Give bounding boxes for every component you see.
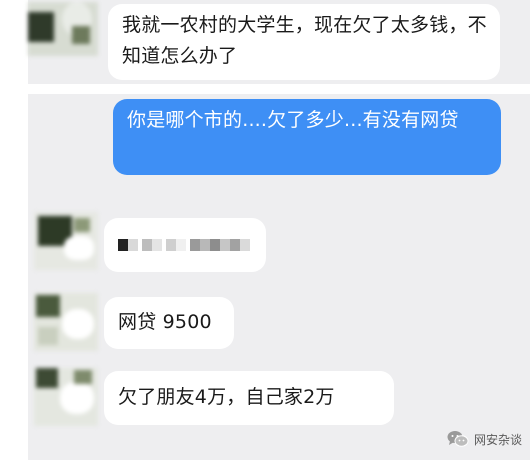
message-text: 欠了朋友4万，自己家2万 [118, 386, 335, 408]
contact-avatar[interactable] [34, 212, 98, 270]
source-watermark: 网安杂谈 [447, 430, 522, 448]
message-text: 网贷 9500 [118, 311, 212, 333]
wechat-icon [447, 430, 469, 448]
message-bubble-incoming[interactable]: 网贷 9500 [104, 297, 234, 349]
message-text: 我就一农村的大学生，现在欠了太多钱，不知道怎么办了 [122, 14, 487, 67]
redacted-content [118, 239, 254, 251]
message-bubble-incoming[interactable]: 欠了朋友4万，自己家2万 [104, 371, 394, 425]
message-bubble-outgoing[interactable]: 你是哪个市的....欠了多少...有没有网贷 [113, 99, 501, 175]
watermark-label: 网安杂谈 [473, 432, 522, 447]
contact-avatar[interactable] [28, 2, 98, 56]
message-bubble-incoming-redacted[interactable] [104, 218, 266, 272]
contact-avatar[interactable] [34, 293, 98, 351]
message-bubble-incoming[interactable]: 我就一农村的大学生，现在欠了太多钱，不知道怎么办了 [108, 4, 500, 80]
contact-avatar[interactable] [34, 368, 98, 426]
message-text: 你是哪个市的....欠了多少...有没有网贷 [127, 109, 459, 131]
